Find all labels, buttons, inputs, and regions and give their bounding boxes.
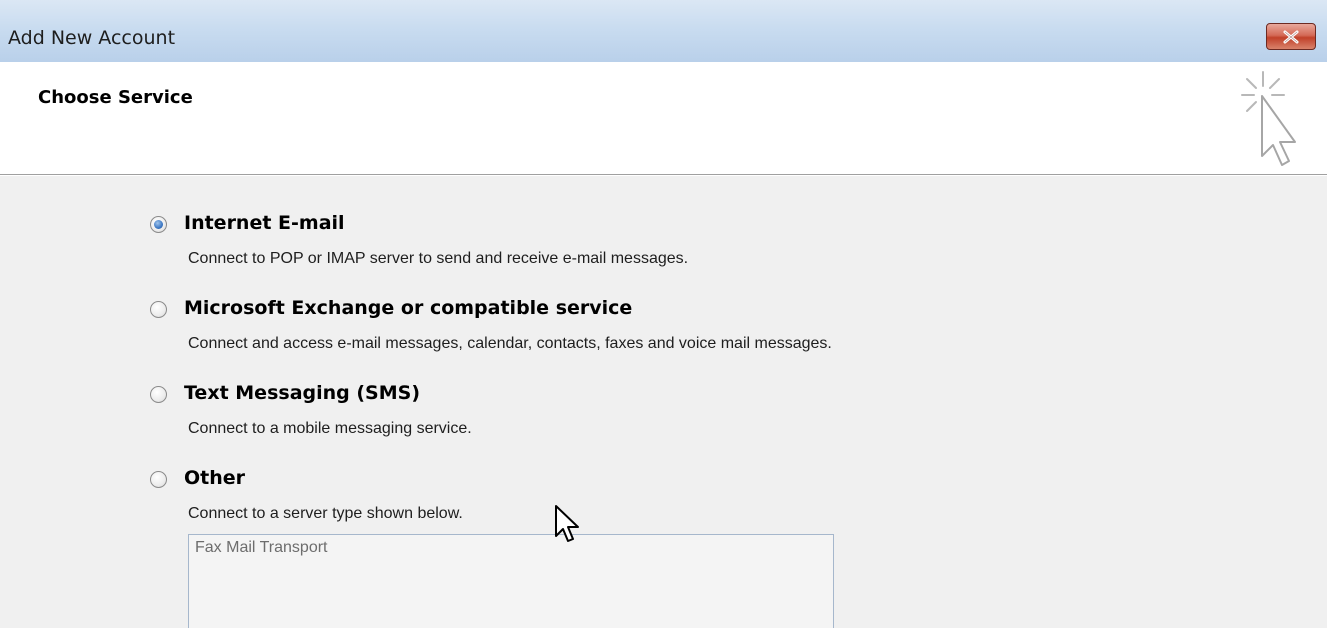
service-options-panel: Internet E-mail Connect to POP or IMAP s… bbox=[0, 176, 1327, 628]
page-title: Choose Service bbox=[38, 87, 193, 108]
wizard-header: Choose Service bbox=[0, 62, 1327, 175]
option-label[interactable]: Text Messaging (SMS) bbox=[184, 382, 420, 404]
option-label[interactable]: Microsoft Exchange or compatible service bbox=[184, 297, 632, 319]
option-label[interactable]: Other bbox=[184, 467, 245, 489]
add-new-account-dialog: Add New Account Choose Service Internet … bbox=[0, 0, 1327, 628]
internet-email-radio[interactable] bbox=[150, 216, 167, 233]
close-icon bbox=[1283, 30, 1299, 43]
option-description: Connect to POP or IMAP server to send an… bbox=[188, 250, 689, 267]
list-item[interactable]: Fax Mail Transport bbox=[195, 539, 327, 557]
option-description: Connect to a server type shown below. bbox=[188, 505, 463, 522]
other-radio[interactable] bbox=[150, 471, 167, 488]
server-type-list[interactable]: Fax Mail Transport bbox=[188, 534, 834, 628]
title-bar: Add New Account bbox=[0, 0, 1327, 62]
text-messaging-radio[interactable] bbox=[150, 386, 167, 403]
close-button[interactable] bbox=[1266, 23, 1316, 50]
option-description: Connect to a mobile messaging service. bbox=[188, 420, 472, 437]
mouse-pointer-icon bbox=[555, 505, 579, 542]
click-cursor-icon bbox=[1241, 71, 1296, 166]
option-description: Connect and access e-mail messages, cale… bbox=[188, 335, 832, 352]
exchange-radio[interactable] bbox=[150, 301, 167, 318]
option-label[interactable]: Internet E-mail bbox=[184, 212, 345, 234]
window-title: Add New Account bbox=[8, 27, 176, 49]
